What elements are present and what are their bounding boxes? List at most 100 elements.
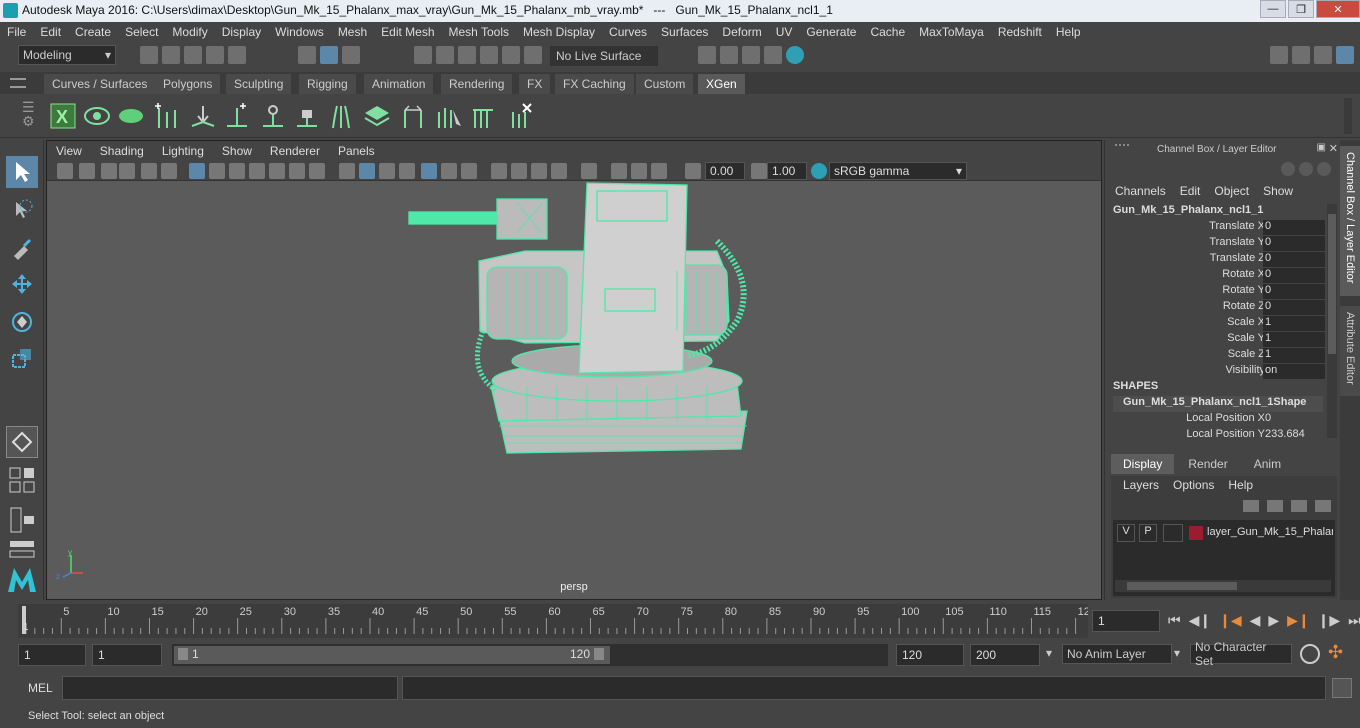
step-back-frame-icon[interactable]: ◀❙: [1189, 612, 1212, 629]
render-view-icon[interactable]: [698, 46, 716, 64]
shelf-menu-icon[interactable]: [10, 78, 26, 88]
xgen-sculpt-icon[interactable]: [398, 100, 428, 132]
snap-live-icon[interactable]: [524, 46, 542, 64]
range-slider[interactable]: 1 120: [172, 644, 888, 666]
attr-local-position-y[interactable]: Local Position Y 233.684: [1105, 428, 1335, 444]
xgen-cut-icon[interactable]: [504, 100, 534, 132]
camera-select-icon[interactable]: [57, 163, 73, 179]
vp-menu-panels[interactable]: Panels: [329, 144, 384, 158]
vp-menu-shading[interactable]: Shading: [91, 144, 153, 158]
lasso-tool-icon[interactable]: [6, 194, 38, 226]
go-to-start-icon[interactable]: ⏮: [1168, 612, 1181, 629]
layer-h-scrollbar[interactable]: [1115, 580, 1331, 592]
attr-scale-x[interactable]: Scale X1: [1105, 316, 1335, 332]
ch-menu-show[interactable]: Show: [1263, 184, 1293, 198]
side-tab-attribute-editor[interactable]: Attribute Editor: [1340, 306, 1360, 396]
menu-deform[interactable]: Deform: [715, 25, 768, 39]
tab-rendering[interactable]: Rendering: [441, 74, 514, 94]
xgen-lock-guide-icon[interactable]: [292, 100, 322, 132]
shelf-scrollbar[interactable]: [1344, 98, 1352, 134]
move-layer-up-icon[interactable]: [1243, 500, 1259, 512]
close-button[interactable]: ✕: [1316, 0, 1360, 18]
xgen-add-guide-icon[interactable]: [222, 100, 252, 132]
play-forwards-icon[interactable]: ▶: [1268, 612, 1279, 629]
snap-grid-icon[interactable]: [414, 46, 432, 64]
exposure-icon[interactable]: [685, 163, 701, 179]
close-panel-icon[interactable]: ✕: [1329, 142, 1338, 155]
maximize-button[interactable]: ❐: [1288, 0, 1314, 18]
resolution-gate-icon[interactable]: [229, 163, 245, 179]
color-management-icon[interactable]: [811, 163, 827, 179]
smooth-shade-icon[interactable]: [359, 163, 375, 179]
screen-space-ao-icon[interactable]: [491, 163, 507, 179]
auto-key-icon[interactable]: [1300, 644, 1320, 664]
wireframe-icon[interactable]: [339, 163, 355, 179]
select-tool-icon[interactable]: [6, 156, 38, 188]
gamma-icon[interactable]: [751, 163, 767, 179]
snap-surface-icon[interactable]: [502, 46, 520, 64]
hypershade-icon[interactable]: [786, 46, 804, 64]
motion-blur-icon[interactable]: [511, 163, 527, 179]
tab-animation[interactable]: Animation: [364, 74, 435, 94]
render-settings-icon[interactable]: [764, 46, 782, 64]
undo-icon[interactable]: [206, 46, 224, 64]
gate-mask-icon[interactable]: [249, 163, 265, 179]
tab-xgen[interactable]: XGen: [698, 74, 746, 94]
chevron-down-icon[interactable]: ▾: [1046, 646, 1052, 660]
vp-menu-view[interactable]: View: [47, 144, 91, 158]
float-panel-icon[interactable]: ▣: [1317, 142, 1326, 153]
field-chart-icon[interactable]: [269, 163, 285, 179]
command-input[interactable]: [62, 676, 398, 700]
tab-curves-surfaces[interactable]: Curves / Surfaces: [44, 74, 157, 94]
menu-edit[interactable]: Edit: [33, 25, 68, 39]
attribute-editor-toggle-icon[interactable]: [1292, 46, 1310, 64]
safe-action-icon[interactable]: [289, 163, 305, 179]
go-to-end-icon[interactable]: ⏭: [1348, 612, 1360, 629]
select-by-hierarchy-icon[interactable]: [298, 46, 316, 64]
render-frame-icon[interactable]: [720, 46, 738, 64]
new-layer-icon[interactable]: [1291, 500, 1307, 512]
textured-icon[interactable]: [421, 163, 437, 179]
xgen-groom-icon[interactable]: [326, 100, 356, 132]
exposure-field[interactable]: 0.00: [705, 162, 745, 180]
animation-preferences-icon[interactable]: ✣: [1328, 642, 1343, 663]
menu-windows[interactable]: Windows: [268, 25, 331, 39]
tab-custom[interactable]: Custom: [636, 74, 695, 94]
current-frame-field[interactable]: 1: [1092, 610, 1160, 632]
bookmark-icon[interactable]: [101, 163, 117, 179]
ch-menu-channels[interactable]: Channels: [1115, 184, 1166, 198]
four-pane-layout-icon[interactable]: [6, 466, 38, 494]
xgen-select-guide-icon[interactable]: [258, 100, 288, 132]
shape-name[interactable]: Gun_Mk_15_Phalanx_ncl1_1Shape: [1113, 396, 1323, 412]
layer-menu-help[interactable]: Help: [1228, 478, 1253, 492]
layer-menu-options[interactable]: Options: [1173, 478, 1214, 492]
range-start-handle[interactable]: [178, 648, 188, 660]
object-name[interactable]: Gun_Mk_15_Phalanx_ncl1_1: [1113, 204, 1263, 216]
attr-scale-y[interactable]: Scale Y1: [1105, 332, 1335, 348]
menu-mesh-tools[interactable]: Mesh Tools: [442, 25, 516, 39]
layer-scrollbar-thumb[interactable]: [1127, 582, 1237, 590]
xgen-leaf-icon[interactable]: [116, 100, 146, 132]
ch-menu-object[interactable]: Object: [1214, 184, 1249, 198]
select-by-object-icon[interactable]: [320, 46, 338, 64]
menu-uv[interactable]: UV: [769, 25, 800, 39]
step-forward-frame-icon[interactable]: ❙▶: [1318, 612, 1341, 629]
menu-cache[interactable]: Cache: [863, 25, 912, 39]
layer-row[interactable]: V P layer_Gun_Mk_15_Phalar: [1115, 524, 1333, 542]
panel-grip-icon[interactable]: [1115, 144, 1129, 152]
layout-toggle-icon[interactable]: [6, 538, 38, 560]
side-tab-channel-box[interactable]: Channel Box / Layer Editor: [1340, 146, 1360, 296]
gamma-field[interactable]: 1.00: [767, 162, 807, 180]
range-slider-thumb[interactable]: [174, 646, 610, 664]
snap-point-icon[interactable]: [458, 46, 476, 64]
xgen-guides-icon[interactable]: [152, 100, 182, 132]
minimize-button[interactable]: —: [1260, 0, 1286, 18]
move-layer-down-icon[interactable]: [1267, 500, 1283, 512]
grid-icon[interactable]: [189, 163, 205, 179]
vp-menu-show[interactable]: Show: [213, 144, 261, 158]
tab-fx[interactable]: FX: [519, 74, 552, 94]
snap-curve-icon[interactable]: [436, 46, 454, 64]
vp-menu-renderer[interactable]: Renderer: [261, 144, 329, 158]
open-scene-icon[interactable]: [162, 46, 180, 64]
attr-local-position-x[interactable]: Local Position X0: [1105, 412, 1335, 428]
